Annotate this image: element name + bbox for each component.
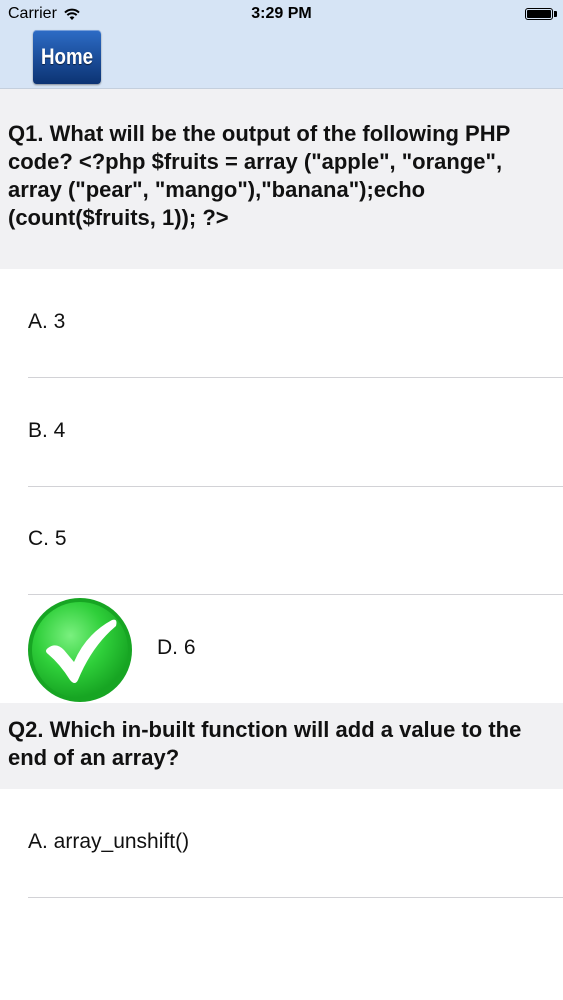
battery-tip — [554, 11, 557, 17]
q2-option-a[interactable]: A. array_unshift() — [0, 790, 563, 898]
q1-option-a[interactable]: A. 3 — [0, 270, 563, 378]
divider — [28, 594, 563, 595]
divider — [28, 377, 563, 378]
q1-option-b[interactable]: B. 4 — [0, 379, 563, 487]
check-icon — [28, 598, 132, 702]
option-label: B. 4 — [28, 419, 66, 442]
question-1-text: Q1. What will be the output of the follo… — [0, 89, 563, 269]
status-bar: Carrier 3:29 PM — [0, 0, 563, 28]
option-label: A. 3 — [28, 310, 66, 333]
status-time: 3:29 PM — [251, 5, 312, 22]
option-label: D. 6 — [157, 636, 196, 659]
q1-option-c[interactable]: C. 5 — [0, 487, 563, 595]
home-button[interactable]: Home — [33, 30, 101, 84]
q1-option-d[interactable]: D. 6 — [0, 596, 563, 704]
battery-icon — [525, 8, 553, 20]
question-2-text: Q2. Which in-built function will add a v… — [0, 703, 563, 789]
option-label: A. array_unshift() — [28, 830, 190, 853]
navigation-bar: Home — [0, 28, 563, 89]
divider — [28, 897, 563, 898]
option-label: C. 5 — [28, 527, 67, 550]
